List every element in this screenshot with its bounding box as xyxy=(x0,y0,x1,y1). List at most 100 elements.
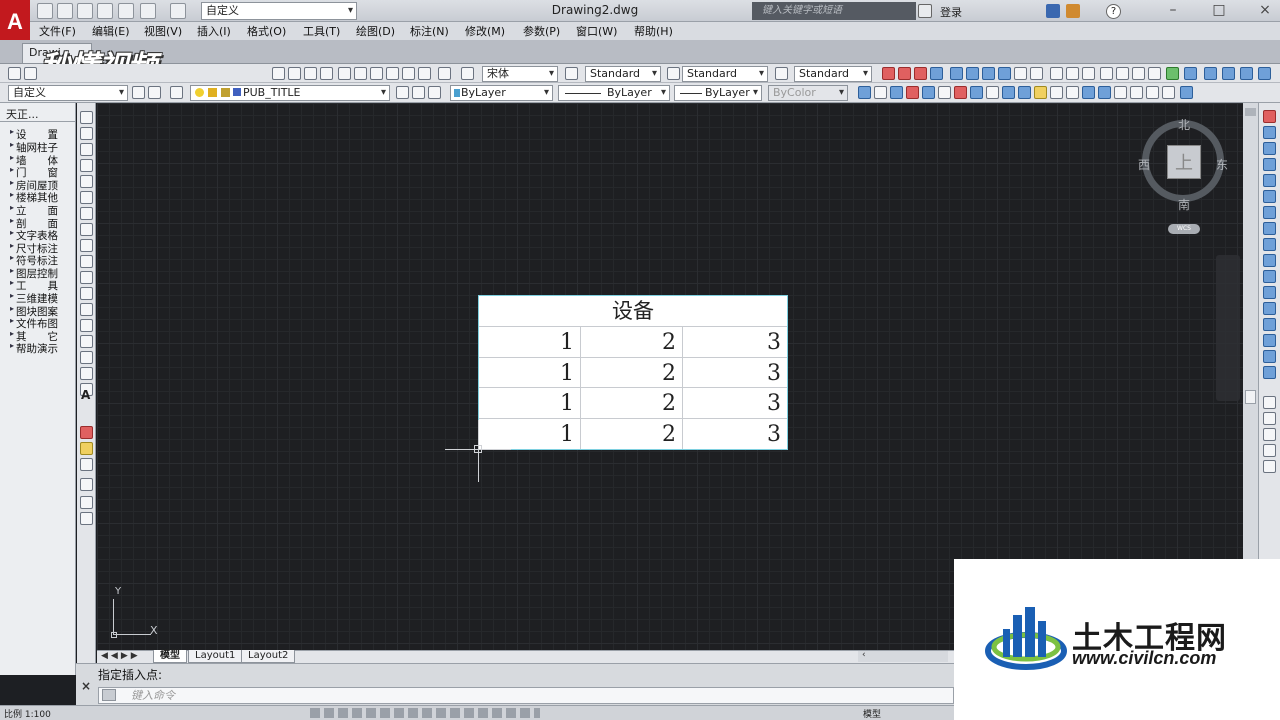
tz-tool-4-icon[interactable] xyxy=(906,86,919,99)
maximize-icon[interactable]: □ xyxy=(1204,0,1234,22)
dim-edit-icon[interactable] xyxy=(1082,67,1095,80)
horizontal-scrollbar[interactable] xyxy=(858,651,948,662)
menu-edit[interactable]: 编辑(E) xyxy=(92,23,130,39)
tz-tool-20-icon[interactable] xyxy=(1162,86,1175,99)
tz-tool-15-icon[interactable] xyxy=(1082,86,1095,99)
calculator-icon[interactable] xyxy=(418,67,431,80)
draw-order-under-icon[interactable] xyxy=(1263,444,1276,457)
scroll-up-icon[interactable] xyxy=(1245,108,1256,116)
binoculars-icon[interactable] xyxy=(918,4,932,18)
tz-tool-11-icon[interactable] xyxy=(1018,86,1031,99)
draw-order-above-icon[interactable] xyxy=(1263,428,1276,441)
compass-west[interactable]: 西 xyxy=(1138,156,1150,173)
compass-south[interactable]: 南 xyxy=(1178,196,1190,213)
application-menu-button[interactable]: A xyxy=(0,0,30,44)
navigation-bar[interactable] xyxy=(1216,255,1240,401)
multileader-style-select[interactable]: Standard xyxy=(794,66,872,82)
tz-tool-2-icon[interactable] xyxy=(874,86,887,99)
tab-model[interactable]: 模型 xyxy=(153,650,187,663)
compass-north[interactable]: 北 xyxy=(1178,116,1190,133)
menu-draw[interactable]: 绘图(D) xyxy=(356,23,395,39)
construction-line-icon[interactable] xyxy=(80,127,93,140)
tz-tool-5-icon[interactable] xyxy=(922,86,935,99)
tool-palettes-icon[interactable] xyxy=(370,67,383,80)
copy-icon[interactable] xyxy=(1204,67,1217,80)
menu-help[interactable]: 帮助(H) xyxy=(634,23,673,39)
draw-order-back-icon[interactable] xyxy=(1263,412,1276,425)
modify-break-icon[interactable] xyxy=(1263,302,1276,315)
command-prompt-icon[interactable] xyxy=(102,689,116,701)
tz-draw-5-icon[interactable] xyxy=(80,496,93,509)
tz-tool-14-icon[interactable] xyxy=(1066,86,1079,99)
make-block-icon[interactable] xyxy=(80,303,93,316)
ellipse-icon[interactable] xyxy=(80,255,93,268)
workspace-select[interactable]: 自定义 xyxy=(201,2,357,20)
erase-icon[interactable] xyxy=(1263,110,1276,123)
ellipse-arc-icon[interactable] xyxy=(80,271,93,284)
tz-draw-1-icon[interactable] xyxy=(80,426,93,439)
fillet-icon[interactable] xyxy=(1148,67,1161,80)
tz-tool-6-icon[interactable] xyxy=(938,86,951,99)
ucs-settings-icon[interactable] xyxy=(132,86,145,99)
color-select[interactable]: ByLayer xyxy=(450,85,553,101)
save-icon[interactable] xyxy=(77,3,93,19)
zoom-previous-icon[interactable] xyxy=(320,67,333,80)
tz-tool-13-icon[interactable] xyxy=(1050,86,1063,99)
region-icon[interactable] xyxy=(80,367,93,380)
circle-icon[interactable] xyxy=(80,207,93,220)
tz-tool-12-icon[interactable] xyxy=(1034,86,1047,99)
modify-join-icon[interactable] xyxy=(1263,318,1276,331)
menu-parametric[interactable]: 参数(P) xyxy=(523,23,560,39)
dim-continue-icon[interactable] xyxy=(1030,67,1043,80)
wcs-menu[interactable]: WCS xyxy=(1168,224,1200,234)
new-icon[interactable] xyxy=(37,3,53,19)
blend-curves-icon[interactable] xyxy=(1263,366,1276,379)
tz-tool-21-icon[interactable] xyxy=(1180,86,1193,99)
tz-tool-10-icon[interactable] xyxy=(1002,86,1015,99)
dim-aligned-icon[interactable] xyxy=(898,67,911,80)
point-icon[interactable] xyxy=(80,319,93,332)
tz-tool-9-icon[interactable] xyxy=(986,86,999,99)
markup-icon[interactable] xyxy=(402,67,415,80)
revision-cloud-icon[interactable] xyxy=(80,223,93,236)
rectangle-icon[interactable] xyxy=(80,175,93,188)
tab-layout2[interactable]: Layout2 xyxy=(241,650,296,663)
tz-item-help-demo[interactable]: 帮助演示 xyxy=(10,341,80,356)
ucs-select[interactable]: 自定义 xyxy=(8,85,128,101)
menu-modify[interactable]: 修改(M) xyxy=(465,23,505,39)
ucs-world-icon[interactable] xyxy=(148,86,161,99)
layer-match-icon[interactable] xyxy=(428,86,441,99)
gradient-icon[interactable] xyxy=(80,351,93,364)
menu-dimension[interactable]: 标注(N) xyxy=(410,23,449,39)
layout-nav-arrows[interactable]: ◀◀▶▶ xyxy=(101,651,141,661)
modify-rotate-icon[interactable] xyxy=(1263,206,1276,219)
explode-icon[interactable] xyxy=(1166,67,1179,80)
font-select[interactable]: 宋体 xyxy=(482,66,558,82)
tz-draw-3-icon[interactable] xyxy=(80,458,93,471)
dim-diameter-icon[interactable] xyxy=(966,67,979,80)
menu-window[interactable]: 窗口(W) xyxy=(576,23,617,39)
help-toolbar-icon[interactable] xyxy=(438,67,451,80)
draw-order-front-icon[interactable] xyxy=(1263,396,1276,409)
help-icon[interactable]: ? xyxy=(1106,4,1121,19)
multiline-text-icon[interactable]: A xyxy=(81,388,90,402)
linetype-select[interactable]: ByLayer xyxy=(558,85,670,101)
polyline-icon[interactable] xyxy=(80,143,93,156)
spline-icon[interactable] xyxy=(80,239,93,252)
text-style-select[interactable]: Standard xyxy=(585,66,661,82)
lineweight-select[interactable]: ByLayer xyxy=(674,85,762,101)
dim-ordinate-icon[interactable] xyxy=(930,67,943,80)
zoom-realtime-icon[interactable] xyxy=(288,67,301,80)
tz-draw-2-icon[interactable] xyxy=(80,442,93,455)
modify-move-icon[interactable] xyxy=(1263,190,1276,203)
mirror-icon[interactable] xyxy=(1263,142,1276,155)
layer-select[interactable]: PUB_TITLE xyxy=(190,85,390,101)
viewcube-top-face[interactable]: 上 xyxy=(1167,145,1201,179)
open-icon[interactable] xyxy=(57,3,73,19)
search-input[interactable]: 键入关键字或短语 xyxy=(752,2,916,20)
extend-icon[interactable] xyxy=(1263,270,1276,283)
compass-east[interactable]: 东 xyxy=(1216,156,1228,173)
scroll-left-icon[interactable]: ‹ xyxy=(862,650,866,660)
menu-view[interactable]: 视图(V) xyxy=(144,23,182,39)
exchange-icon[interactable] xyxy=(1046,4,1060,18)
